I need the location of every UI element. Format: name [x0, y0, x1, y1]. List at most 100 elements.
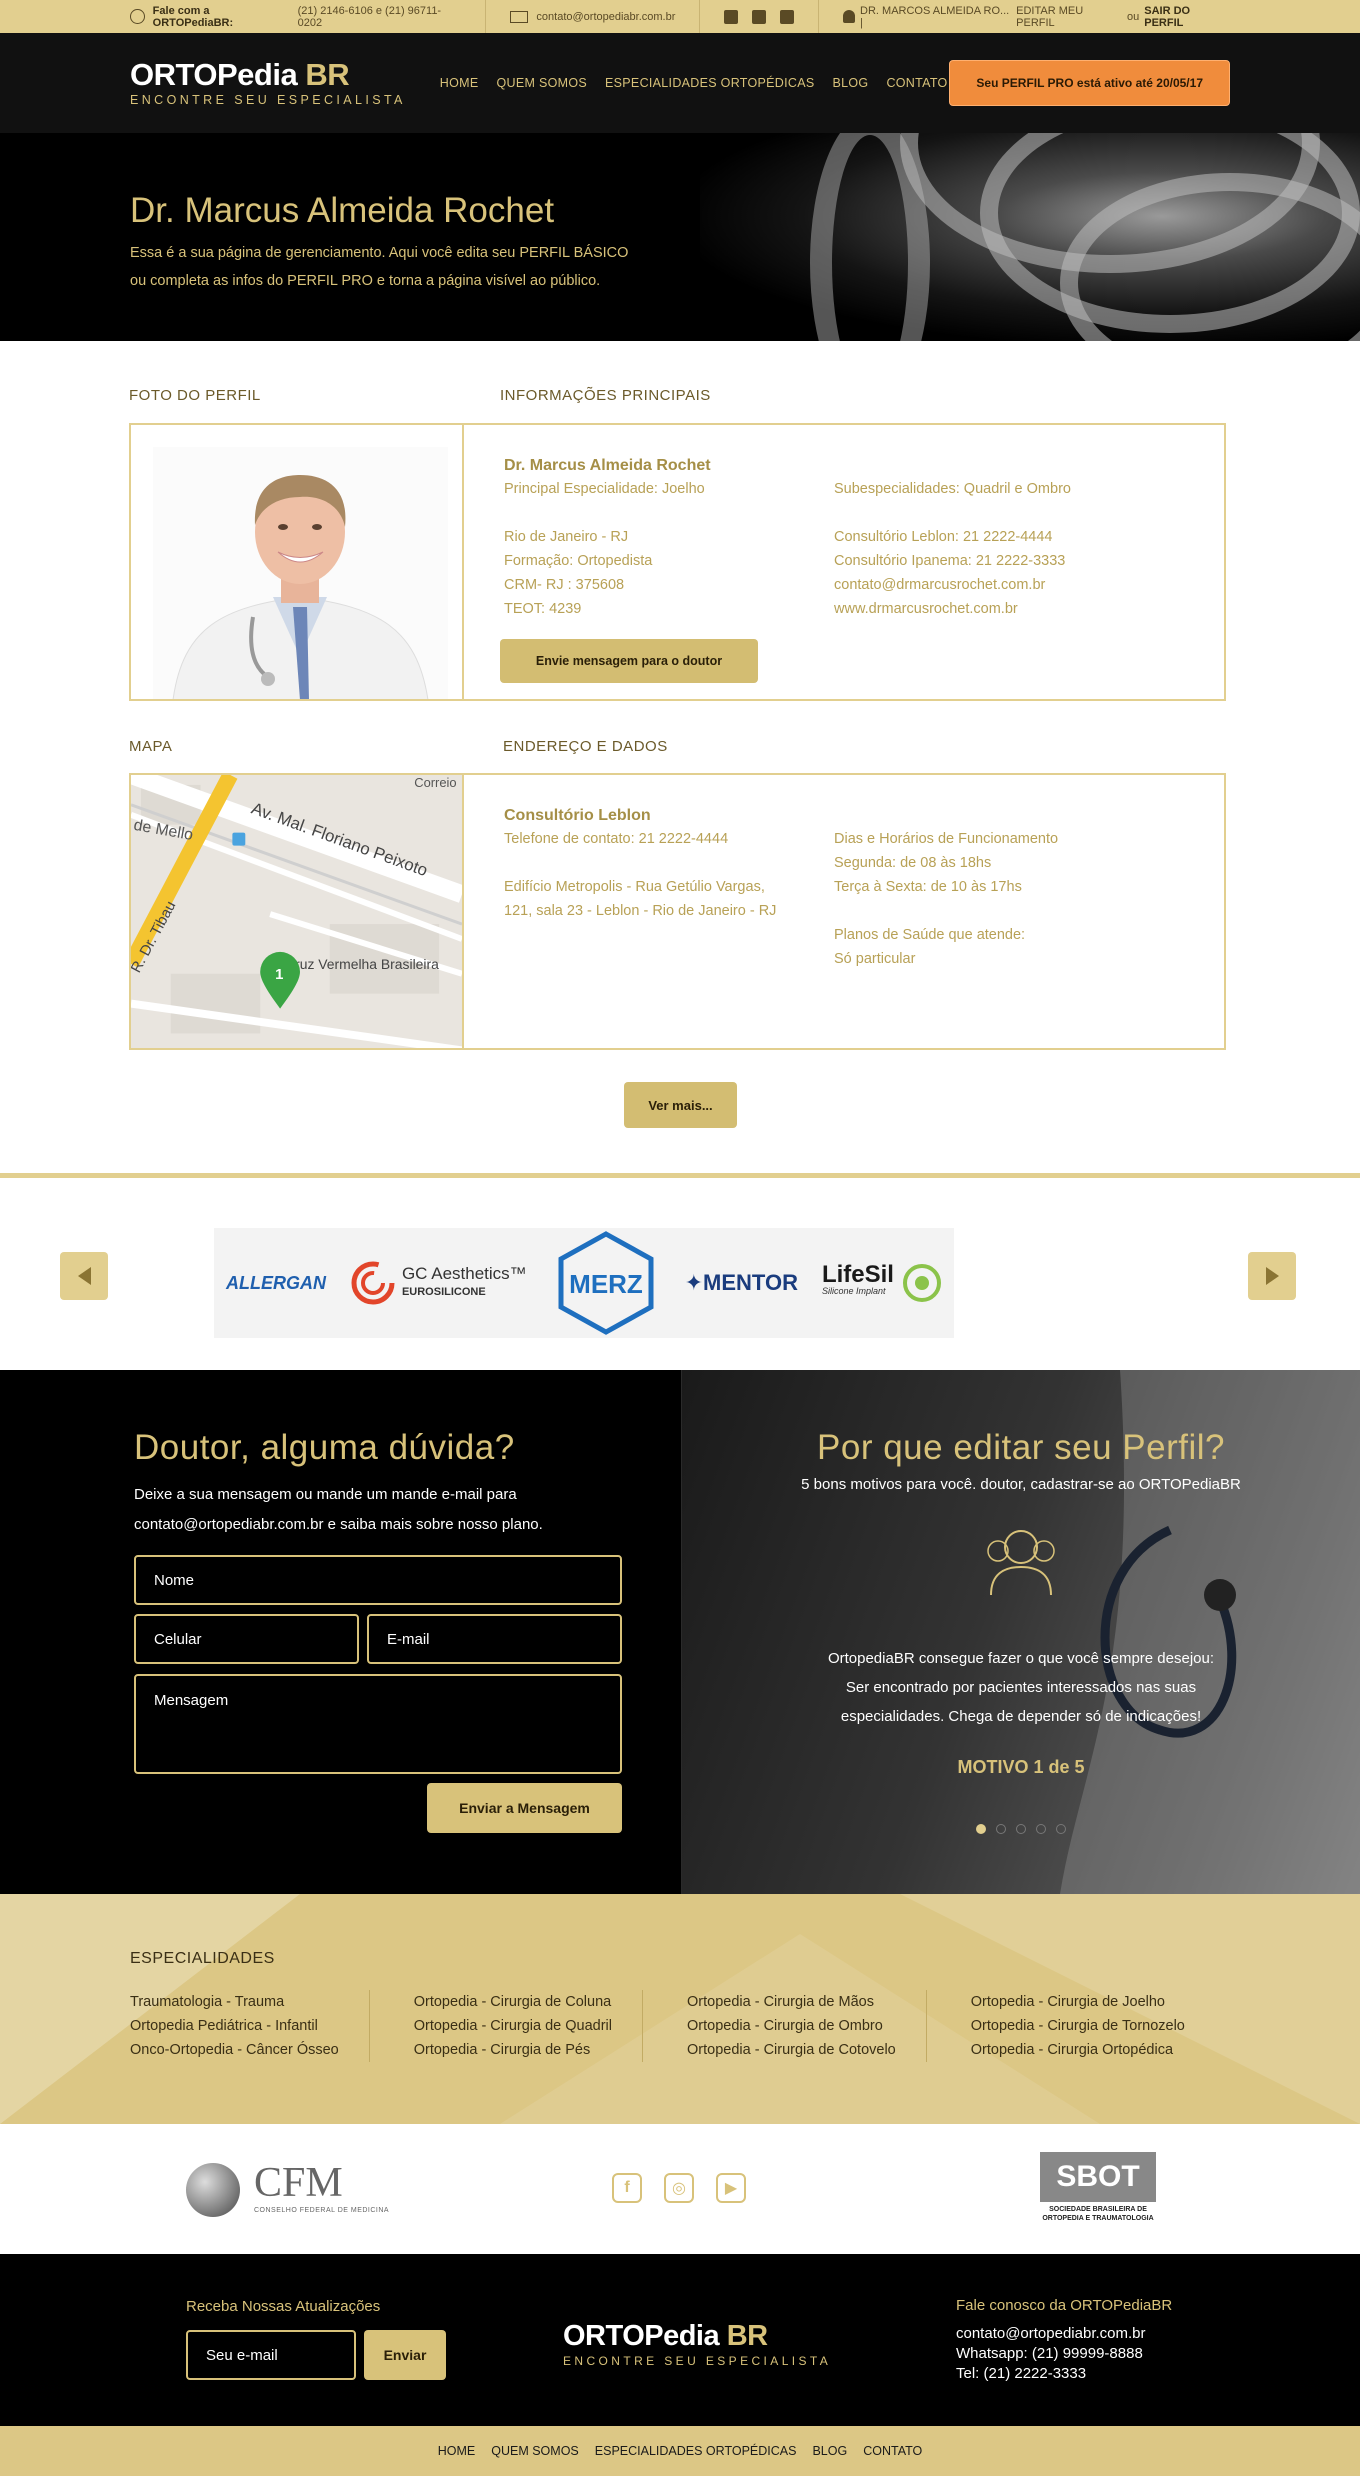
doctor-photo — [153, 447, 448, 699]
phone-icon — [130, 9, 145, 24]
carousel-prev-button[interactable] — [60, 1252, 108, 1300]
carousel-dot[interactable] — [976, 1824, 986, 1834]
cfm-text: CFM — [254, 2160, 343, 2206]
contact-label: Fale com a ORTOPediaBR: — [152, 4, 234, 29]
footer-logo[interactable]: ORTOPedia BR ENCONTRE SEU ESPECIALISTA — [563, 2320, 831, 2368]
gc-logo-icon — [351, 1261, 395, 1305]
edit-profile-link[interactable]: EDITAR MEU PERFIL — [1016, 5, 1122, 29]
carousel-dots — [682, 1824, 1360, 1834]
doctor-name: Dr. Marcus Almeida Rochet — [504, 457, 711, 474]
map-pin-number: 1 — [275, 967, 283, 983]
nav-especialidades[interactable]: ESPECIALIDADES ORTOPÉDICAS — [605, 76, 814, 90]
specialty-link[interactable]: Onco-Ortopedia - Câncer Ósseo — [130, 2038, 339, 2062]
carousel-dot[interactable] — [996, 1824, 1006, 1834]
hero-description: Essa é a sua página de gerenciamento. Aq… — [130, 239, 1230, 295]
specialty-link[interactable]: Ortopedia - Cirurgia de Joelho — [971, 1990, 1185, 2014]
sbot-logo[interactable]: SBOT SOCIEDADE BRASILEIRA DE ORTOPEDIA E… — [1040, 2152, 1156, 2228]
contact-title: Doutor, alguma dúvida? — [134, 1428, 515, 1467]
specialty-link[interactable]: Traumatologia - Trauma — [130, 1990, 339, 2014]
doctor-crm: CRM- RJ : 375608 — [504, 577, 625, 593]
doctor-teot: TEOT: 4239 — [504, 601, 582, 617]
nav-quem-somos[interactable]: QUEM SOMOS — [497, 76, 588, 90]
hours-title: Dias e Horários de Funcionamento — [834, 831, 1059, 847]
send-message-button[interactable]: Envie mensagem para o doutor — [500, 639, 758, 683]
footer-logo-suffix: BR — [726, 2320, 768, 2352]
street-map[interactable]: Correio de Mello Av. Mal. Floriano Peixo… — [131, 775, 462, 1048]
footer-nav-blog[interactable]: BLOG — [812, 2444, 847, 2458]
site-logo[interactable]: ORTOPedia BR ENCONTRE SEU ESPECIALISTA — [130, 59, 406, 108]
carousel-dot[interactable] — [1036, 1824, 1046, 1834]
footer-nav-home[interactable]: HOME — [438, 2444, 476, 2458]
footer-nav-contato[interactable]: CONTATO — [863, 2444, 922, 2458]
see-more-button[interactable]: Ver mais... — [624, 1082, 737, 1128]
doctor-subspecialties: Subespecialidades: Quadril e Ombro — [834, 481, 1071, 497]
pro-status-button[interactable]: Seu PERFIL PRO está ativo até 20/05/17 — [949, 60, 1230, 106]
contact-line-2: contato@ortopediabr.com.br e saiba mais … — [134, 1516, 543, 1533]
envelope-icon — [510, 10, 529, 23]
pro-prefix: Seu — [976, 76, 999, 90]
address-info: Consultório Leblon Telefone de contato: … — [464, 775, 1224, 1048]
contact-email-link[interactable]: contato@ortopediabr.com.br — [536, 11, 675, 23]
email-input[interactable]: E-mail — [367, 1614, 622, 1664]
motive-counter: MOTIVO 1 de 5 — [957, 1757, 1085, 1777]
logout-link[interactable]: SAIR DO PERFIL — [1144, 5, 1230, 29]
facebook-icon[interactable]: f — [612, 2173, 642, 2203]
footer-logo-tagline: ENCONTRE SEU ESPECIALISTA — [563, 2354, 832, 2368]
specialty-link[interactable]: Ortopedia - Cirurgia Ortopédica — [971, 2038, 1185, 2062]
specialty-link[interactable]: Ortopedia - Cirurgia de Pés — [414, 2038, 612, 2062]
photo-section-label: FOTO DO PERFIL — [129, 387, 261, 404]
newsletter-submit[interactable]: Enviar — [364, 2330, 446, 2380]
pro-suffix: está ativo até 20/05/17 — [1076, 76, 1203, 90]
send-message-submit[interactable]: Enviar a Mensagem — [427, 1783, 622, 1833]
specialty-link[interactable]: Ortopedia - Cirurgia de Cotovelo — [687, 2038, 896, 2062]
specialty-link[interactable]: Ortopedia - Cirurgia de Coluna — [414, 1990, 612, 2014]
cfm-logo[interactable]: CFM CONSELHO FEDERAL DE MEDICINA — [186, 2162, 389, 2218]
footer-nav-especialidades[interactable]: ESPECIALIDADES ORTOPÉDICAS — [595, 2444, 797, 2458]
nav-blog[interactable]: BLOG — [833, 76, 869, 90]
brands-carousel: ALLERGAN GC Aesthetics™ EUROSILICONE MER… — [214, 1228, 954, 1338]
instagram-icon[interactable] — [752, 9, 767, 24]
specialty-link[interactable]: Ortopedia - Cirurgia de Quadril — [414, 2014, 612, 2038]
doctor-email[interactable]: contato@drmarcusrochet.com.br — [834, 573, 1164, 597]
specialties-col-1: Traumatologia - Trauma Ortopedia Pediátr… — [130, 1990, 370, 2062]
social-links: f ◎ ▶ — [612, 2173, 746, 2203]
office-name: Consultório Leblon — [504, 807, 651, 824]
facebook-icon[interactable] — [724, 9, 739, 24]
carousel-dot[interactable] — [1056, 1824, 1066, 1834]
cfm-subtitle: CONSELHO FEDERAL DE MEDICINA — [254, 2207, 390, 2214]
name-input[interactable]: Nome — [134, 1555, 622, 1605]
youtube-icon[interactable]: ▶ — [716, 2173, 746, 2203]
footer: Receba Nossas Atualizações Seu e-mail En… — [0, 2254, 1360, 2426]
profile-info: Dr. Marcus Almeida Rochet Principal Espe… — [464, 425, 1224, 699]
specialty-link[interactable]: Ortopedia Pediátrica - Infantil — [130, 2014, 339, 2038]
map-box[interactable]: Correio de Mello Av. Mal. Floriano Peixo… — [131, 775, 464, 1048]
contact-line-1: Deixe a sua mensagem ou mande um mande e… — [134, 1486, 517, 1503]
nav-home[interactable]: HOME — [440, 76, 479, 90]
phone-input[interactable]: Celular — [134, 1614, 359, 1664]
footer-email[interactable]: contato@ortopediabr.com.br — [956, 2324, 1172, 2344]
specialty-link[interactable]: Ortopedia - Cirurgia de Tornozelo — [971, 2014, 1185, 2038]
specialties-col-2: Ortopedia - Cirurgia de Coluna Ortopedia… — [414, 1990, 643, 2062]
footer-nav-quem-somos[interactable]: QUEM SOMOS — [491, 2444, 579, 2458]
specialty-link[interactable]: Ortopedia - Cirurgia de Mãos — [687, 1990, 896, 2014]
specialty-link[interactable]: Ortopedia - Cirurgia de Ombro — [687, 2014, 896, 2038]
merz-text: MERZ — [569, 1269, 643, 1299]
lifesil-icon — [902, 1264, 941, 1302]
newsletter-email-input[interactable]: Seu e-mail — [186, 2330, 356, 2380]
contact-text: Deixe a sua mensagem ou mande um mande e… — [134, 1480, 681, 1540]
hours-tue-fri: Terça à Sexta: de 10 às 17hs — [834, 879, 1022, 895]
message-input[interactable]: Mensagem — [134, 1674, 622, 1774]
nav-contato[interactable]: CONTATO — [886, 76, 947, 90]
divider — [485, 0, 487, 33]
doctor-website[interactable]: www.drmarcusrochet.com.br — [834, 597, 1164, 621]
instagram-icon[interactable]: ◎ — [664, 2173, 694, 2203]
divider — [699, 0, 701, 33]
users-icon — [987, 1530, 1055, 1596]
contact-phones: (21) 2146-6106 e (21) 96711-0202 — [297, 4, 442, 29]
brand-merz: MERZ — [558, 1231, 654, 1335]
brand-gc-aesthetics: GC Aesthetics™ EUROSILICONE — [350, 1260, 527, 1306]
doctor-phone-ipanema: Consultório Ipanema: 21 2222-3333 — [834, 553, 1066, 569]
youtube-icon[interactable] — [780, 9, 795, 24]
carousel-dot[interactable] — [1016, 1824, 1026, 1834]
carousel-next-button[interactable] — [1248, 1252, 1296, 1300]
